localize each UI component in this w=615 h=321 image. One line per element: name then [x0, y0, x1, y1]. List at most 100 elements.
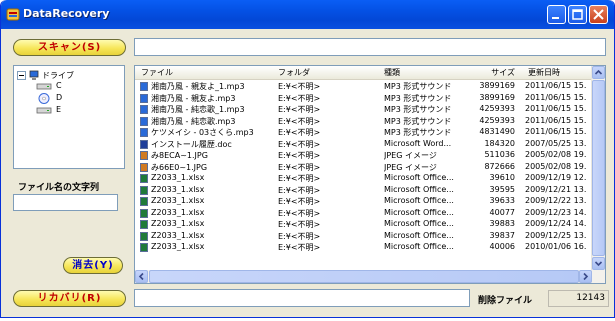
- table-row[interactable]: 湘南乃風 - 親友よ_1.mp3 E:¥<不明> MP3 形式サウンド 3899169…: [135, 81, 593, 92]
- maximize-button[interactable]: [568, 5, 587, 24]
- cell-date: 2009/12/23 14.: [525, 207, 587, 217]
- cell-date: 2009/12/21 13.: [525, 184, 587, 194]
- audio-file-icon: [140, 82, 148, 91]
- table-row[interactable]: 湘南乃風 - 純恋歌_1.mp3 E:¥<不明> MP3 形式サウンド 4259393…: [135, 104, 593, 115]
- scroll-down-button[interactable]: [592, 257, 605, 270]
- column-header[interactable]: フォルダ: [278, 67, 310, 78]
- cell-type: Microsoft Office...: [384, 242, 454, 251]
- cell-folder: E:¥<不明>: [278, 162, 321, 172]
- cell-name: 湘南乃風 - 純恋歌.mp3: [151, 116, 236, 126]
- maximize-icon: [572, 9, 583, 20]
- column-header[interactable]: ファイル: [141, 67, 173, 78]
- cell-folder: E:¥<不明>: [278, 220, 321, 229]
- cell-size: 39595: [489, 184, 515, 194]
- app-icon: [6, 8, 20, 21]
- tree-root-label: ドライブ: [42, 71, 74, 80]
- clear-button[interactable]: 消去(Y): [63, 257, 123, 274]
- cell-type: MP3 形式サウンド: [384, 105, 452, 114]
- cell-size: 3899169: [479, 92, 515, 102]
- cell-type: MP3 形式サウンド: [384, 93, 452, 103]
- vertical-scrollbar[interactable]: [591, 66, 605, 271]
- hscroll-thumb[interactable]: [149, 270, 579, 283]
- scan-button[interactable]: スキャン(S): [13, 39, 126, 56]
- cell-name: み66E0~1.JPG: [151, 162, 208, 172]
- cell-type: JPEG イメージ: [384, 162, 437, 172]
- cell-name: インストール履歴.doc: [151, 139, 232, 149]
- excel-file-icon: [140, 243, 148, 252]
- collapse-icon: [17, 71, 26, 80]
- app-window: DataRecovery スキャン(S) ドライブ C D E ファイル名の文字…: [0, 0, 615, 318]
- column-header[interactable]: 更新日時: [528, 67, 560, 78]
- table-row[interactable]: Z2033_1.xlsx E:¥<不明> Microsoft Office... 39…: [135, 219, 593, 230]
- cell-size: 872666: [484, 161, 515, 171]
- cell-type: MP3 形式サウンド: [384, 128, 452, 137]
- cell-folder: E:¥<不明>: [278, 151, 321, 160]
- table-row[interactable]: Z2033_1.xlsx E:¥<不明> Microsoft Office... 39…: [135, 196, 593, 207]
- tree-item-label: D: [56, 93, 63, 102]
- cell-type: Microsoft Office...: [384, 219, 454, 228]
- cell-type: Microsoft Office...: [384, 230, 454, 240]
- filename-filter-input[interactable]: [13, 194, 118, 211]
- cell-name: Z2033_1.xlsx: [151, 230, 205, 240]
- minimize-button[interactable]: [547, 5, 566, 24]
- scroll-right-button[interactable]: [579, 270, 592, 283]
- close-button[interactable]: [589, 5, 608, 24]
- cell-size: 39883: [489, 219, 515, 228]
- deleted-files-label: 削除ファイル: [478, 296, 533, 306]
- cell-name: Z2033_1.xlsx: [151, 219, 205, 228]
- cell-size: 4259393: [479, 104, 515, 113]
- window-title: DataRecovery: [23, 7, 110, 20]
- table-row[interactable]: み8ECA~1.JPG E:¥<不明> JPEG イメージ 511036 2005/02…: [135, 150, 593, 161]
- drive-icon: [36, 83, 52, 90]
- recover-button[interactable]: リカバリ(R): [13, 290, 126, 307]
- table-row[interactable]: み66E0~1.JPG E:¥<不明> JPEG イメージ 872666 2005/02…: [135, 162, 593, 173]
- cell-size: 4259393: [479, 115, 515, 125]
- table-row[interactable]: 湘南乃風 - 純恋歌.mp3 E:¥<不明> MP3 形式サウンド 4259393 20…: [135, 116, 593, 127]
- excel-file-icon: [140, 220, 148, 229]
- tree-item-label: C: [56, 81, 62, 90]
- cell-type: JPEG イメージ: [384, 151, 437, 160]
- cell-folder: E:¥<不明>: [278, 93, 321, 103]
- table-row[interactable]: Z2033_1.xlsx E:¥<不明> Microsoft Office... 39…: [135, 185, 593, 196]
- table-row[interactable]: インストール履歴.doc E:¥<不明> Microsoft Word... 1843…: [135, 139, 593, 150]
- table-row[interactable]: Z2033_1.xlsx E:¥<不明> Microsoft Office... 39…: [135, 231, 593, 242]
- chevron-right-icon: [583, 272, 589, 281]
- table-row[interactable]: Z2033_1.xlsx E:¥<不明> Microsoft Office... 39…: [135, 173, 593, 184]
- table-row[interactable]: Z2033_1.xlsx E:¥<不明> Microsoft Office... 40…: [135, 242, 593, 253]
- cell-size: 40077: [489, 207, 515, 217]
- file-list[interactable]: ファイル フォルダ 種類 サイズ 更新日時 湘南乃風 - 親友よ_1.mp3 E:…: [134, 65, 606, 284]
- cell-size: 39610: [489, 173, 515, 182]
- cell-date: 2011/06/15 15.: [525, 92, 587, 102]
- cell-date: 2011/06/15 15.: [525, 104, 587, 113]
- cell-date: 2007/05/25 13.: [525, 138, 587, 148]
- cell-name: 湘南乃風 - 純恋歌_1.mp3: [151, 105, 245, 114]
- column-header[interactable]: サイズ: [473, 67, 515, 78]
- scroll-up-button[interactable]: [592, 66, 605, 79]
- cell-name: ケツメイシ - 03さくら.mp3: [151, 128, 254, 137]
- cell-type: MP3 形式サウンド: [384, 116, 452, 126]
- table-row[interactable]: 湘南乃風 - 親友よ.mp3 E:¥<不明> MP3 形式サウンド 3899169 20…: [135, 93, 593, 104]
- image-file-icon: [140, 162, 148, 172]
- audio-file-icon: [140, 105, 148, 114]
- cell-date: 2010/01/06 16.: [525, 242, 587, 251]
- audio-file-icon: [140, 116, 148, 126]
- title-bar[interactable]: DataRecovery: [1, 0, 614, 29]
- scroll-left-button[interactable]: [135, 270, 148, 283]
- column-header[interactable]: 種類: [384, 67, 400, 78]
- table-row[interactable]: ケツメイシ - 03さくら.mp3 E:¥<不明> MP3 形式サウンド 483149…: [135, 127, 593, 138]
- cell-folder: E:¥<不明>: [278, 82, 321, 91]
- cell-name: Z2033_1.xlsx: [151, 184, 205, 194]
- table-row[interactable]: Z2033_1.xlsx E:¥<不明> Microsoft Office... 40…: [135, 208, 593, 219]
- audio-file-icon: [140, 93, 148, 103]
- cell-date: 2005/02/08 19.: [525, 150, 587, 159]
- cell-type: Microsoft Office...: [384, 184, 454, 194]
- cell-name: Z2033_1.xlsx: [151, 173, 205, 182]
- horizontal-scrollbar[interactable]: [135, 270, 605, 283]
- scroll-thumb[interactable]: [592, 80, 605, 256]
- cell-name: Z2033_1.xlsx: [151, 207, 205, 217]
- path-field[interactable]: [134, 38, 606, 56]
- cell-folder: E:¥<不明>: [278, 208, 321, 218]
- cell-name: Z2033_1.xlsx: [151, 196, 205, 205]
- drive-tree[interactable]: ドライブ C D E: [13, 65, 125, 169]
- recover-path-field[interactable]: [134, 289, 470, 307]
